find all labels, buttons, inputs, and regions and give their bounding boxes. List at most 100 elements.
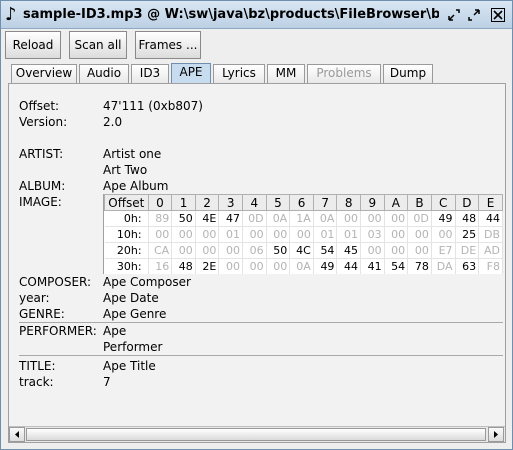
- hex-byte-cell[interactable]: 00: [336, 210, 362, 227]
- hex-byte-cell[interactable]: 63: [455, 258, 480, 274]
- hex-byte-cell[interactable]: 00: [195, 242, 220, 259]
- composer-label: COMPOSER:: [19, 275, 92, 289]
- hex-byte-cell[interactable]: 00: [431, 226, 456, 243]
- hex-byte-cell[interactable]: 0A: [266, 210, 291, 227]
- hex-byte-cell[interactable]: 0A: [289, 258, 314, 274]
- horizontal-scrollbar[interactable]: [9, 426, 505, 442]
- hex-byte-cell[interactable]: 50: [266, 242, 291, 259]
- hex-byte-cell[interactable]: 78: [407, 258, 432, 274]
- hex-byte-cell[interactable]: 49: [313, 258, 338, 274]
- hex-byte-cell[interactable]: 00: [384, 210, 409, 227]
- hex-byte-cell[interactable]: 00: [171, 226, 196, 243]
- hex-byte-cell[interactable]: 4C: [289, 242, 314, 259]
- hex-byte-cell[interactable]: 89: [148, 210, 173, 227]
- hex-byte-cell[interactable]: 01: [336, 226, 362, 243]
- hex-row[interactable]: 20h: CA 00 00 00 06 50 4C 54 45 00 00 00 E7 DE AD: [104, 242, 503, 259]
- hex-byte-cell[interactable]: 00: [242, 258, 267, 274]
- tab-ape[interactable]: APE: [171, 63, 211, 84]
- hex-byte-cell[interactable]: 01: [313, 226, 338, 243]
- frames-button[interactable]: Frames ...: [135, 31, 201, 59]
- album-value: Ape Album: [103, 179, 169, 193]
- hex-byte-cell[interactable]: 54: [313, 242, 338, 259]
- hex-column-header: 6: [289, 194, 314, 211]
- hex-byte-cell[interactable]: 48: [171, 258, 196, 274]
- hex-byte-cell[interactable]: 06: [242, 242, 267, 259]
- hex-byte-cell[interactable]: 47: [218, 210, 243, 227]
- track-label: track:: [19, 375, 54, 389]
- hex-byte-cell[interactable]: 16: [148, 258, 173, 274]
- title-label: TITLE:: [19, 359, 56, 373]
- hex-row[interactable]: 0h: 89 50 4E 47 0D 0A 1A 0A 00 00 00 0D 49 48 44: [104, 210, 503, 227]
- hex-byte-cell[interactable]: 00: [218, 242, 243, 259]
- hex-byte-cell[interactable]: 00: [384, 226, 409, 243]
- hex-byte-cell[interactable]: DA: [431, 258, 456, 274]
- hex-byte-cell[interactable]: F8: [478, 258, 503, 274]
- ape-content: Offset: 47'111 (0xb807) Version: 2.0 ART…: [9, 84, 505, 426]
- hex-byte-cell[interactable]: 0A: [313, 210, 338, 227]
- hex-byte-cell[interactable]: 0D: [407, 210, 432, 227]
- hex-byte-cell[interactable]: 00: [407, 242, 432, 259]
- title-bar[interactable]: ♪ sample-ID3.mp3 @ W:\sw\java\bz\product…: [1, 1, 512, 29]
- scan-all-button[interactable]: Scan all: [69, 31, 127, 59]
- hex-byte-cell[interactable]: 03: [360, 226, 385, 243]
- tab-dump[interactable]: Dump: [383, 64, 433, 83]
- tab-id3[interactable]: ID3: [131, 64, 169, 83]
- hex-column-header: 5: [265, 194, 291, 211]
- hex-byte-cell[interactable]: AD: [478, 242, 503, 259]
- hex-byte-cell[interactable]: 44: [478, 210, 503, 227]
- hex-byte-cell[interactable]: 49: [431, 210, 456, 227]
- hex-byte-cell[interactable]: 00: [360, 242, 385, 259]
- hex-row-offset: 20h:: [104, 242, 149, 259]
- scroll-left-button[interactable]: [9, 427, 25, 442]
- hex-column-header: D: [454, 194, 480, 211]
- hex-byte-cell[interactable]: 00: [407, 226, 432, 243]
- hex-byte-cell[interactable]: 00: [148, 226, 173, 243]
- hex-byte-cell[interactable]: 48: [455, 210, 480, 227]
- hex-byte-cell[interactable]: 00: [384, 242, 409, 259]
- hex-byte-cell[interactable]: 44: [336, 258, 362, 274]
- reload-button[interactable]: Reload: [5, 31, 61, 59]
- hex-byte-cell[interactable]: 1A: [289, 210, 314, 227]
- hex-byte-cell[interactable]: 54: [384, 258, 409, 274]
- hex-byte-cell[interactable]: 00: [289, 226, 314, 243]
- hex-row[interactable]: 30h: 16 48 2E 00 00 00 0A 49 44 41 54 78 DA 63 F8: [104, 258, 503, 274]
- hex-byte-cell[interactable]: E7: [431, 242, 456, 259]
- hex-byte-cell[interactable]: 0D: [242, 210, 267, 227]
- hex-byte-cell[interactable]: DB: [478, 226, 503, 243]
- hex-byte-cell[interactable]: 00: [171, 242, 196, 259]
- hex-byte-cell[interactable]: 2E: [195, 258, 220, 274]
- close-icon[interactable]: [490, 7, 506, 23]
- hex-byte-cell[interactable]: 00: [266, 258, 291, 274]
- tab-overview[interactable]: Overview: [11, 64, 77, 83]
- hex-column-header: A: [383, 194, 409, 211]
- scroll-thumb[interactable]: [26, 428, 486, 441]
- tab-lyrics[interactable]: Lyrics: [213, 64, 265, 83]
- maximize-icon[interactable]: [466, 7, 482, 23]
- minimize-icon[interactable]: [446, 7, 462, 23]
- hex-byte-cell[interactable]: 4E: [195, 210, 220, 227]
- tab-mm[interactable]: MM: [267, 64, 305, 83]
- hex-column-header: C: [430, 194, 456, 211]
- hex-byte-cell[interactable]: CA: [148, 242, 173, 259]
- hex-byte-cell[interactable]: 41: [360, 258, 385, 274]
- tab-audio[interactable]: Audio: [79, 64, 129, 83]
- hex-byte-cell[interactable]: 00: [266, 226, 291, 243]
- hex-byte-cell[interactable]: 00: [360, 210, 385, 227]
- offset-label: Offset:: [19, 99, 60, 113]
- hex-byte-cell[interactable]: DE: [455, 242, 480, 259]
- hex-grid: Offset 0 1 2 3 4 5 6 7 8 9 A B C D E 0h: 89 50 4E 47 0D 0A 1A 0…: [104, 194, 503, 274]
- image-hex-table[interactable]: Offset 0 1 2 3 4 5 6 7 8 9 A B C D E 0h: 89 50 4E 47 0D 0A 1A 0…: [103, 194, 503, 274]
- hex-byte-cell[interactable]: 50: [171, 210, 196, 227]
- tab-problems: Problems: [307, 64, 381, 83]
- hex-byte-cell[interactable]: 01: [218, 226, 243, 243]
- hex-byte-cell[interactable]: 25: [455, 226, 480, 243]
- hex-column-header: E: [478, 194, 503, 211]
- hex-row[interactable]: 10h: 00 00 00 01 00 00 00 01 01 03 00 00 00 25 DB: [104, 226, 503, 243]
- hex-byte-cell[interactable]: 00: [195, 226, 220, 243]
- hex-column-header: 0: [147, 194, 173, 211]
- hex-byte-cell[interactable]: 45: [336, 242, 362, 259]
- image-label: IMAGE:: [19, 195, 62, 209]
- scroll-right-button[interactable]: [488, 427, 504, 442]
- hex-byte-cell[interactable]: 00: [218, 258, 243, 274]
- hex-byte-cell[interactable]: 00: [242, 226, 267, 243]
